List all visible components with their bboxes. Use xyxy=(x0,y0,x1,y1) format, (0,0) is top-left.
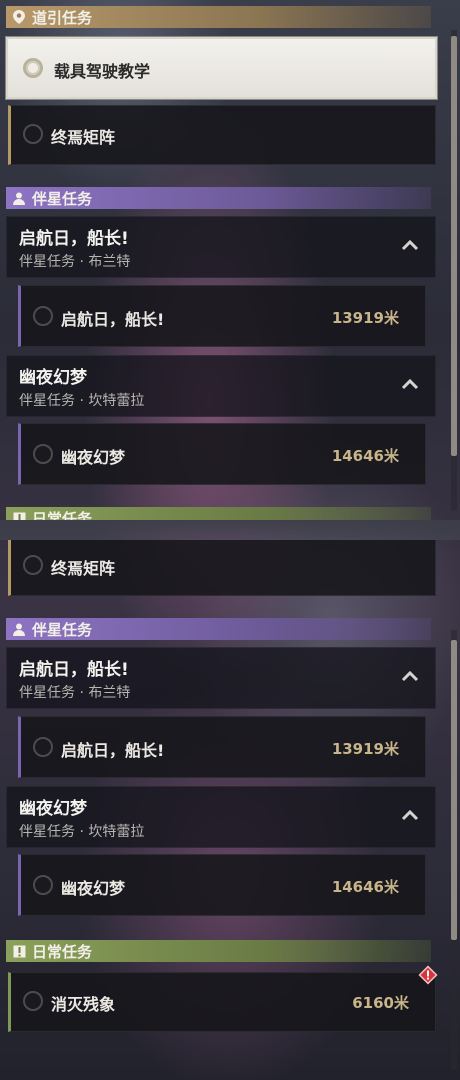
track-toggle[interactable] xyxy=(33,444,53,464)
companion-quest-header: 伴星任务 xyxy=(6,187,431,209)
tracked-quest-card[interactable]: 载具驾驶教学 xyxy=(6,37,437,99)
quest-distance: 6160米 xyxy=(352,994,409,1012)
quest-label: 终焉矩阵 xyxy=(51,559,116,578)
track-toggle[interactable] xyxy=(33,737,53,757)
companion-quest-header-label: 伴星任务 xyxy=(32,620,93,639)
companion-group-header[interactable]: 启航日，船长! 伴星任务 · 布兰特 xyxy=(6,216,436,278)
chevron-up-icon[interactable] xyxy=(401,378,419,390)
companion-subtitle: 伴星任务 · 布兰特 xyxy=(19,685,131,701)
quest-distance: 14646米 xyxy=(331,447,399,465)
companion-group-header[interactable]: 幽夜幻梦 伴星任务 · 坎特蕾拉 xyxy=(6,786,436,848)
tracked-indicator xyxy=(23,58,43,78)
chevron-up-icon[interactable] xyxy=(401,239,419,251)
quest-card-companion[interactable]: 启航日，船长! 13919米 xyxy=(18,285,426,347)
quest-label: 启航日，船长! xyxy=(61,741,165,760)
quest-label: 启航日，船长! xyxy=(61,310,165,329)
quest-card-zhongyan[interactable]: 终焉矩阵 xyxy=(8,540,436,596)
alert-diamond-icon xyxy=(418,965,438,985)
quest-label: 消灭残象 xyxy=(51,995,116,1014)
quest-panel-bottom: 终焉矩阵 伴星任务 启航日，船长! 伴星任务 · 布兰特 启航日，船长! 139… xyxy=(0,540,460,1080)
track-toggle[interactable] xyxy=(33,306,53,326)
daily-quest-header-label: 日常任务 xyxy=(32,942,93,961)
scrollbar-thumb[interactable] xyxy=(451,36,457,456)
companion-group-header[interactable]: 启航日，船长! 伴星任务 · 布兰特 xyxy=(6,647,436,709)
daily-quest-header-label: 日常任务 xyxy=(32,509,93,521)
track-toggle[interactable] xyxy=(33,875,53,895)
track-toggle[interactable] xyxy=(23,991,43,1011)
guide-quest-header-label: 道引任务 xyxy=(32,8,93,27)
quest-distance: 14646米 xyxy=(331,878,399,896)
exclamation-box-icon xyxy=(12,511,26,520)
companion-quest-header: 伴星任务 xyxy=(6,618,431,640)
companion-subtitle: 伴星任务 · 坎特蕾拉 xyxy=(19,393,145,409)
quest-label: 终焉矩阵 xyxy=(51,128,116,147)
companion-title: 启航日，船长! xyxy=(19,229,129,249)
companion-subtitle: 伴星任务 · 布兰特 xyxy=(19,254,131,270)
quest-label: 幽夜幻梦 xyxy=(61,448,126,467)
companion-title: 幽夜幻梦 xyxy=(19,799,87,819)
quest-panel-top: 道引任务 载具驾驶教学 终焉矩阵 伴星任务 启航日，船长! 伴星任务 · 布兰特… xyxy=(0,0,460,520)
quest-card-daily[interactable]: 消灭残象 6160米 xyxy=(8,972,436,1032)
person-icon xyxy=(12,622,26,636)
exclamation-box-icon xyxy=(12,944,26,958)
quest-card-companion[interactable]: 幽夜幻梦 14646米 xyxy=(18,854,426,916)
scrollbar-thumb[interactable] xyxy=(451,640,457,940)
daily-quest-header: 日常任务 xyxy=(6,507,431,520)
panel-divider xyxy=(0,520,460,540)
quest-distance: 13919米 xyxy=(331,740,399,758)
person-icon xyxy=(12,191,26,205)
chevron-up-icon[interactable] xyxy=(401,809,419,821)
daily-quest-header: 日常任务 xyxy=(6,940,431,962)
quest-label: 载具驾驶教学 xyxy=(54,62,151,81)
companion-quest-header-label: 伴星任务 xyxy=(32,189,93,208)
track-toggle[interactable] xyxy=(23,124,43,144)
quest-label: 幽夜幻梦 xyxy=(61,879,126,898)
companion-subtitle: 伴星任务 · 坎特蕾拉 xyxy=(19,824,145,840)
chevron-up-icon[interactable] xyxy=(401,670,419,682)
companion-title: 幽夜幻梦 xyxy=(19,368,87,388)
quest-card-zhongyan[interactable]: 终焉矩阵 xyxy=(8,105,436,165)
track-toggle[interactable] xyxy=(23,555,43,575)
quest-distance: 13919米 xyxy=(331,309,399,327)
guide-quest-header: 道引任务 xyxy=(6,6,431,28)
companion-group-header[interactable]: 幽夜幻梦 伴星任务 · 坎特蕾拉 xyxy=(6,355,436,417)
map-pin-icon xyxy=(12,10,26,24)
companion-title: 启航日，船长! xyxy=(19,660,129,680)
quest-card-companion[interactable]: 幽夜幻梦 14646米 xyxy=(18,423,426,485)
quest-card-companion[interactable]: 启航日，船长! 13919米 xyxy=(18,716,426,778)
